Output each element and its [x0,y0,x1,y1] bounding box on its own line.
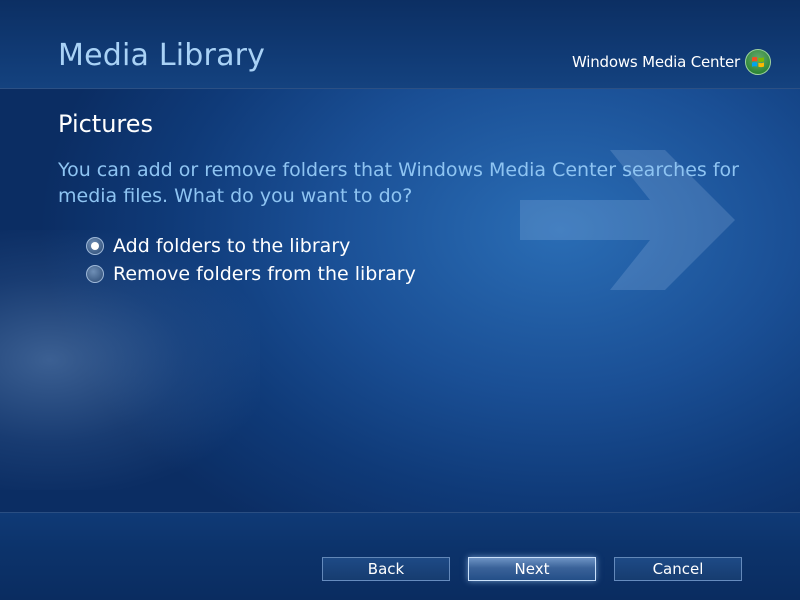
cancel-button[interactable]: Cancel [614,557,742,581]
radio-dot-icon [91,242,99,250]
prompt-text: You can add or remove folders that Windo… [58,159,739,207]
radio-button[interactable] [86,265,104,283]
windows-logo-icon [745,49,771,75]
radio-group: Add folders to the library Remove folder… [86,232,416,288]
brand-text: Windows Media Center [571,53,740,71]
option-label: Remove folders from the library [113,263,416,285]
footer-bar [0,512,800,600]
background-arrow-icon [520,150,735,290]
page-title: Media Library [58,38,266,73]
option-remove-folders[interactable]: Remove folders from the library [86,260,416,288]
radio-button-selected[interactable] [86,237,104,255]
brand: Windows Media Center [572,48,772,76]
back-button[interactable]: Back [322,557,450,581]
header-bar: Media Library Windows Media Center [0,0,800,89]
option-label: Add folders to the library [113,235,351,257]
option-add-folders[interactable]: Add folders to the library [86,232,416,260]
section-title: Pictures [58,110,154,138]
next-button[interactable]: Next [468,557,596,581]
media-center-window: Media Library Windows Media Center Pictu… [0,0,800,600]
